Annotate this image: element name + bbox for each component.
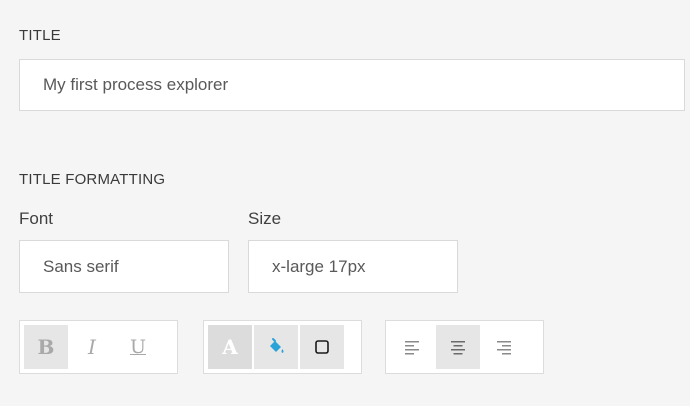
size-select[interactable]: x-large 17px bbox=[248, 240, 458, 293]
title-formatting-label: TITLE FORMATTING bbox=[19, 171, 166, 188]
title-settings-panel: TITLE My first process explorer TITLE FO… bbox=[0, 0, 690, 406]
align-right-icon bbox=[497, 341, 511, 355]
align-center-icon bbox=[451, 341, 465, 355]
align-left-icon bbox=[405, 341, 419, 355]
text-style-group: B I U bbox=[19, 320, 178, 374]
border-button[interactable] bbox=[300, 325, 344, 369]
alignment-group bbox=[385, 320, 544, 374]
border-square-icon bbox=[315, 340, 329, 354]
font-label: Font bbox=[19, 209, 54, 228]
size-label: Size bbox=[248, 209, 282, 228]
text-color-icon: A bbox=[222, 335, 238, 359]
text-color-button[interactable]: A bbox=[208, 325, 252, 369]
align-center-button[interactable] bbox=[436, 325, 480, 369]
color-group: A bbox=[203, 320, 362, 374]
bold-button[interactable]: B bbox=[24, 325, 68, 369]
underline-icon: U bbox=[129, 336, 146, 358]
align-left-button[interactable] bbox=[390, 325, 434, 369]
paint-bucket-icon bbox=[270, 338, 284, 353]
italic-icon: I bbox=[88, 335, 96, 359]
title-section-label: TITLE bbox=[19, 27, 61, 44]
title-input[interactable]: My first process explorer bbox=[19, 59, 685, 111]
align-right-button[interactable] bbox=[482, 325, 526, 369]
fill-color-button[interactable] bbox=[254, 325, 298, 369]
italic-button[interactable]: I bbox=[70, 325, 114, 369]
underline-button[interactable]: U bbox=[116, 325, 160, 369]
font-select[interactable]: Sans serif bbox=[19, 240, 229, 293]
bold-icon: B bbox=[37, 335, 55, 359]
